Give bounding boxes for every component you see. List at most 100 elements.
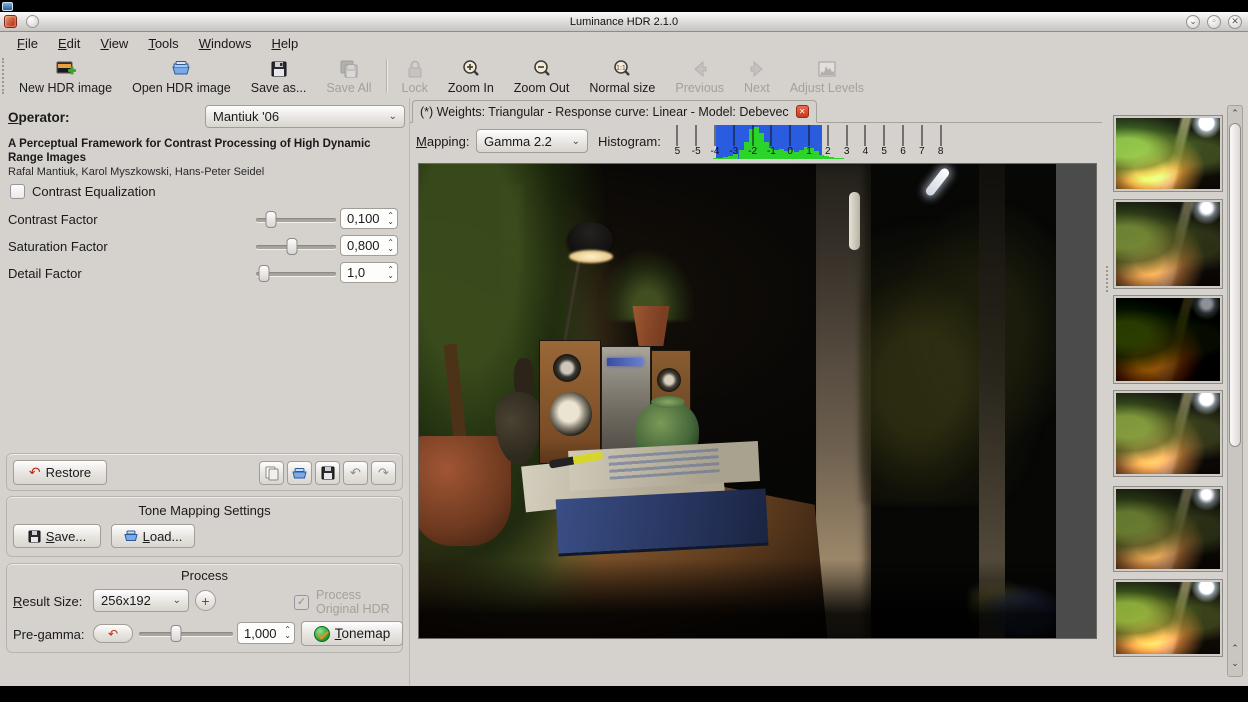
hdr-tab[interactable]: (*) Weights: Triangular - Response curve…: [412, 100, 817, 123]
maximize-button[interactable]: ◦: [1207, 15, 1221, 29]
menu-help[interactable]: Help: [262, 34, 307, 53]
detail-factor-slider[interactable]: [256, 262, 336, 284]
scroll-up-icon[interactable]: ⌃: [1228, 107, 1242, 121]
window-title: Luminance HDR 2.1.0: [0, 16, 1248, 28]
close-button[interactable]: ✕: [1228, 15, 1242, 29]
svg-text:1:1: 1:1: [617, 64, 627, 71]
contrast-equalization-checkbox[interactable]: Contrast Equalization: [10, 184, 156, 199]
photo-streetlight: [919, 166, 957, 202]
exposures-panel: ⌃ ⌃ ⌄: [1105, 98, 1248, 686]
scroll-down-icon[interactable]: ⌄: [1228, 657, 1242, 671]
add-size-button[interactable]: +: [195, 590, 216, 611]
slider-handle[interactable]: [259, 265, 270, 282]
result-size-label: Result Size:: [13, 594, 82, 609]
normal-size-button[interactable]: 1:1 Normal size: [579, 55, 665, 97]
slider-handle[interactable]: [171, 625, 182, 642]
tonemap-button[interactable]: Tonemap: [301, 621, 403, 646]
checkbox-box[interactable]: [10, 184, 25, 199]
tab-close-icon[interactable]: ✕: [796, 105, 809, 118]
restore-group: ↶ Restore ↶: [6, 453, 403, 491]
saturation-factor-spinbox[interactable]: 0,800 ⌃⌄: [340, 235, 398, 256]
operator-paper-title: A Perceptual Framework for Contrast Proc…: [8, 138, 406, 166]
main-content: Operator: Mantiuk '06 ⌄ A Perceptual Fra…: [0, 98, 1248, 686]
image-viewport[interactable]: [418, 163, 1097, 639]
checkbox-box: ✓: [294, 595, 309, 610]
spin-arrows-icon[interactable]: ⌃⌄: [387, 267, 394, 279]
copy-settings-button[interactable]: [259, 461, 284, 485]
menu-windows[interactable]: Windows: [190, 34, 261, 53]
thumbnails-scrollbar[interactable]: ⌃ ⌃ ⌄: [1227, 105, 1243, 677]
undo-button: ↶: [343, 461, 368, 485]
pre-gamma-reset-button[interactable]: ↶: [93, 624, 133, 643]
load-settings-file-button[interactable]: Load...: [111, 524, 195, 548]
previous-icon: [689, 58, 711, 80]
detail-factor-label: Detail Factor: [8, 266, 82, 281]
normal-size-icon: 1:1: [611, 58, 633, 80]
restore-button[interactable]: ↶ Restore: [13, 460, 107, 485]
spin-arrows-icon[interactable]: ⌃⌄: [387, 213, 394, 225]
result-size-select[interactable]: 256x192 ⌄: [93, 589, 189, 612]
saturation-factor-slider[interactable]: [256, 235, 336, 257]
scrollbar-thumb[interactable]: [1229, 123, 1241, 447]
luminance-histogram[interactable]: 5-5-4-3-2-1012345678: [668, 125, 950, 159]
redo-icon: ↷: [378, 466, 389, 481]
zoom-in-icon: [460, 58, 482, 80]
exposure-thumbnail-1[interactable]: [1113, 115, 1223, 192]
previous-frame-button[interactable]: Previous: [665, 55, 734, 97]
exposure-thumbnail-4[interactable]: [1113, 390, 1223, 477]
menu-view[interactable]: View: [91, 34, 137, 53]
new-hdr-image-button[interactable]: New HDR image: [9, 55, 122, 97]
save-all-button[interactable]: Save All: [316, 55, 381, 97]
minimize-button[interactable]: ⌄: [1186, 15, 1200, 29]
save-settings-file-button[interactable]: Save...: [13, 524, 101, 548]
photo-stereo-display: [607, 358, 643, 366]
next-frame-button[interactable]: Next: [734, 55, 780, 97]
app-window: File Edit View Tools Windows Help New HD…: [0, 32, 1248, 686]
save-as-button[interactable]: Save as...: [241, 55, 317, 97]
load-settings-button[interactable]: [287, 461, 312, 485]
contrast-factor-slider[interactable]: [256, 208, 336, 230]
scroll-up-icon[interactable]: ⌃: [1228, 642, 1242, 656]
save-settings-button[interactable]: [315, 461, 340, 485]
undo-icon: ↶: [108, 630, 118, 638]
adjust-levels-button[interactable]: Adjust Levels: [780, 55, 874, 97]
hdr-image[interactable]: [419, 164, 1056, 638]
exposure-thumbnail-5[interactable]: [1113, 486, 1223, 572]
slider-handle[interactable]: [287, 238, 298, 255]
lock-button[interactable]: Lock: [392, 55, 438, 97]
redo-button: ↷: [371, 461, 396, 485]
window-titlebar[interactable]: Luminance HDR 2.1.0 ⌄ ◦ ✕: [0, 12, 1248, 32]
spin-arrows-icon[interactable]: ⌃⌄: [387, 240, 394, 252]
toolbar-separator: [386, 59, 388, 93]
operator-select[interactable]: Mantiuk '06 ⌄: [205, 105, 405, 128]
detail-factor-spinbox[interactable]: 1,0 ⌃⌄: [340, 262, 398, 283]
photo-tree-silhouette: [859, 204, 1056, 504]
spin-arrows-icon[interactable]: ⌃⌄: [284, 627, 291, 639]
exposure-thumbnail-3[interactable]: [1113, 295, 1223, 384]
zoom-in-button[interactable]: Zoom In: [438, 55, 504, 97]
open-icon: [124, 530, 138, 542]
panel-drag-handle[interactable]: [1106, 266, 1110, 292]
pre-gamma-spinbox[interactable]: 1,000 ⌃⌄: [237, 622, 295, 644]
operator-paper-authors: Rafal Mantiuk, Karol Myszkowski, Hans-Pe…: [8, 166, 406, 178]
photo-speaker-woofer: [550, 392, 592, 436]
zoom-out-button[interactable]: Zoom Out: [504, 55, 580, 97]
thumbnail-image: [1116, 118, 1220, 189]
menu-file[interactable]: File: [8, 34, 47, 53]
mapping-label: Mapping:: [416, 134, 470, 149]
open-hdr-image-button[interactable]: Open HDR image: [122, 55, 241, 97]
mapping-select[interactable]: Gamma 2.2 ⌄: [476, 129, 588, 153]
slider-handle[interactable]: [266, 211, 277, 228]
toolbar-drag-handle[interactable]: [2, 58, 9, 94]
save-all-icon: [338, 58, 360, 80]
menu-edit[interactable]: Edit: [49, 34, 89, 53]
photo-plant-pot: [419, 436, 511, 546]
zoom-out-icon: [531, 58, 553, 80]
contrast-factor-spinbox[interactable]: 0,100 ⌃⌄: [340, 208, 398, 229]
adjust-levels-icon: [816, 58, 838, 80]
exposure-thumbnail-6[interactable]: [1113, 579, 1223, 657]
exposure-thumbnail-2[interactable]: [1113, 199, 1223, 289]
screen-bottom-strip: [0, 686, 1248, 702]
pre-gamma-slider[interactable]: [139, 622, 233, 644]
menu-tools[interactable]: Tools: [139, 34, 187, 53]
